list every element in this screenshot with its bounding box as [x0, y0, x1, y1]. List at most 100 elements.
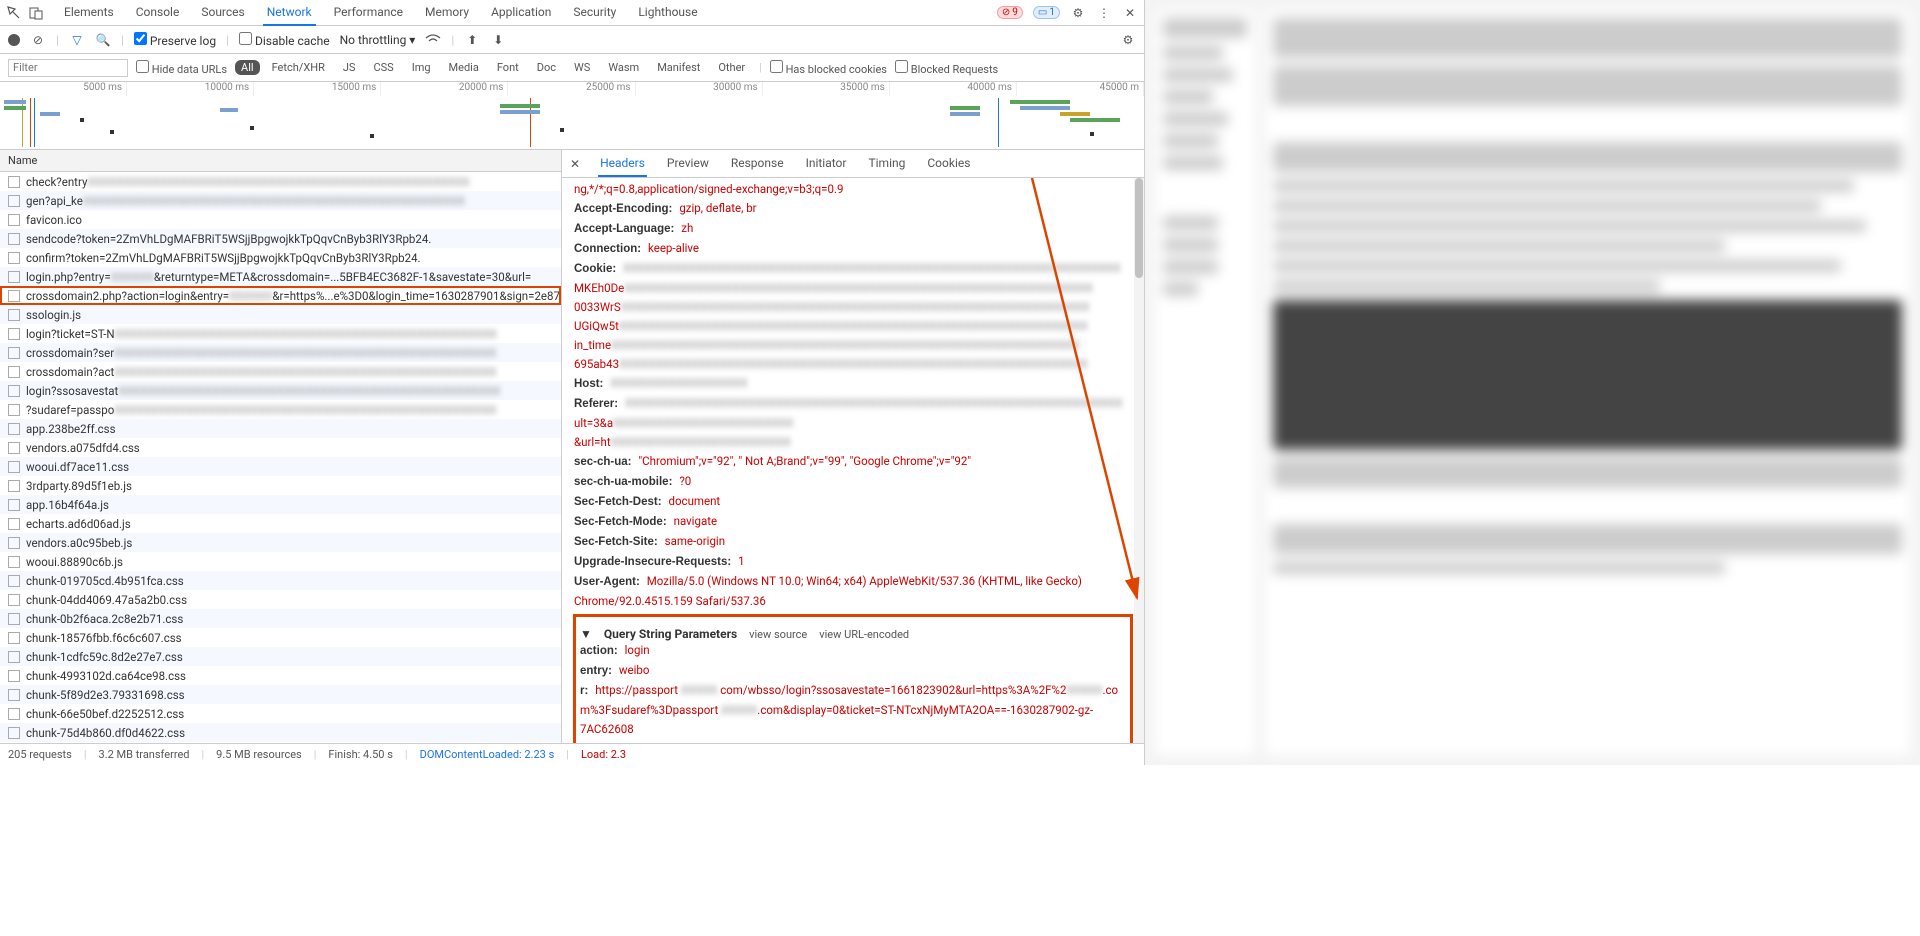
request-row[interactable]: 3rdparty.89d5f1eb.js: [0, 476, 561, 495]
request-row[interactable]: favicon.ico: [0, 210, 561, 229]
request-row[interactable]: chunk-4993102d.ca64ce98.css: [0, 666, 561, 685]
inspect-icon[interactable]: [6, 5, 22, 21]
document-icon: [8, 651, 20, 663]
network-settings-icon[interactable]: ⚙: [1120, 32, 1136, 48]
request-row[interactable]: vendors.a075dfd4.css: [0, 438, 561, 457]
detail-tab-cookies[interactable]: Cookies: [925, 151, 972, 177]
wifi-icon[interactable]: [425, 32, 441, 48]
type-filter-font[interactable]: Font: [491, 60, 525, 75]
tab-application[interactable]: Application: [487, 0, 555, 26]
network-timeline[interactable]: 5000 ms10000 ms15000 ms20000 ms25000 ms3…: [0, 82, 1144, 150]
type-filter-ws[interactable]: WS: [568, 60, 596, 75]
info-badge[interactable]: ▭ 1: [1033, 6, 1060, 19]
request-row[interactable]: ?sudaref=passpoXXXXXXXXXXXXXXXXXXXXXXXXX…: [0, 400, 561, 419]
tab-elements[interactable]: Elements: [60, 0, 118, 26]
detail-tab-initiator[interactable]: Initiator: [804, 151, 849, 177]
tab-security[interactable]: Security: [569, 0, 620, 26]
download-icon[interactable]: ⬇: [490, 32, 506, 48]
type-filter-fetch-xhr[interactable]: Fetch/XHR: [266, 60, 331, 75]
type-filter-js[interactable]: JS: [337, 60, 362, 75]
tab-memory[interactable]: Memory: [421, 0, 473, 26]
request-row[interactable]: echarts.ad6d06ad.js: [0, 514, 561, 533]
upload-icon[interactable]: ⬆: [464, 32, 480, 48]
status-finish: Finish: 4.50 s: [328, 748, 393, 761]
request-row[interactable]: chunk-1cdfc59c.8d2e27e7.css: [0, 647, 561, 666]
request-row[interactable]: ssologin.js: [0, 305, 561, 324]
error-badge[interactable]: ⊘ 9: [997, 6, 1023, 19]
scrollbar[interactable]: [1134, 178, 1144, 743]
panel-tabs: Elements Console Sources Network Performance…: [60, 0, 702, 26]
request-row[interactable]: crossdomain?actXXXXXXXXXXXXXXXXXXXXXXXXX…: [0, 362, 561, 381]
close-detail-icon[interactable]: ✕: [566, 157, 584, 171]
request-row[interactable]: wooui.df7ace11.css: [0, 457, 561, 476]
document-icon: [8, 442, 20, 454]
blocked-requests-checkbox[interactable]: Blocked Requests: [895, 60, 998, 76]
detail-tab-preview[interactable]: Preview: [665, 151, 711, 177]
type-filter-doc[interactable]: Doc: [531, 60, 562, 75]
request-row[interactable]: login.php?entry=XXXXXX&returntype=META&c…: [0, 267, 561, 286]
request-row[interactable]: chunk-18576fbb.f6c6c607.css: [0, 628, 561, 647]
request-row[interactable]: check?entryXXXXXXXXXXXXXXXXXXXXXXXXXXXXX…: [0, 172, 561, 191]
document-icon: [8, 328, 20, 340]
close-icon[interactable]: ✕: [1122, 5, 1138, 21]
request-row[interactable]: gen?api_keXXXXXXXXXXXXXXXXXXXXXXXXXXXXXX…: [0, 191, 561, 210]
request-row[interactable]: chunk-5f89d2e3.79331698.css: [0, 685, 561, 704]
throttling-select[interactable]: No throttling ▾: [340, 33, 416, 47]
document-icon: [8, 518, 20, 530]
request-row[interactable]: vendors.a0c95beb.js: [0, 533, 561, 552]
type-filter-wasm[interactable]: Wasm: [602, 60, 645, 75]
document-icon: [8, 290, 20, 302]
preserve-log-checkbox[interactable]: Preserve log: [134, 32, 216, 48]
request-row[interactable]: crossdomain?serXXXXXXXXXXXXXXXXXXXXXXXXX…: [0, 343, 561, 362]
request-row[interactable]: wooui.88890c6b.js: [0, 552, 561, 571]
request-row[interactable]: chunk-0b2f6aca.2c8e2b71.css: [0, 609, 561, 628]
sec-fetch-mode: navigate: [674, 514, 717, 528]
request-row[interactable]: crossdomain2.php?action=login&entry=XXXX…: [0, 286, 561, 305]
filter-input[interactable]: [8, 59, 128, 77]
accept-tail: ng,*/*;q=0.8,application/signed-exchange…: [574, 182, 843, 196]
type-filter-img[interactable]: Img: [406, 60, 437, 75]
request-row[interactable]: chunk-04dd4069.47a5a2b0.css: [0, 590, 561, 609]
request-row[interactable]: confirm?token=2ZmVhLDgMAFBRiT5WSjjBpgwoj…: [0, 248, 561, 267]
request-row[interactable]: app.16b4f64a.js: [0, 495, 561, 514]
request-row[interactable]: chunk-75d4b860.df0d4622.css: [0, 723, 561, 742]
type-filter-all[interactable]: All: [235, 60, 260, 75]
request-row[interactable]: login?ticket=ST-NXXXXXXXXXXXXXXXXXXXXXXX…: [0, 324, 561, 343]
cookie-value: XXXXXXXXXXXXXXXXXXXXXXXXXXXXXXXXXXXXXXXX…: [623, 261, 1121, 275]
request-row[interactable]: app.238be2ff.css: [0, 419, 561, 438]
clear-icon[interactable]: ⊘: [30, 32, 46, 48]
sec-fetch-dest: document: [669, 494, 721, 508]
tab-network[interactable]: Network: [263, 0, 316, 26]
headers-pane[interactable]: ng,*/*;q=0.8,application/signed-exchange…: [562, 178, 1144, 743]
detail-tab-timing[interactable]: Timing: [866, 151, 907, 177]
tab-performance[interactable]: Performance: [330, 0, 407, 26]
type-filter-manifest[interactable]: Manifest: [651, 60, 706, 75]
blocked-cookies-checkbox[interactable]: Has blocked cookies: [770, 60, 887, 76]
detail-tab-response[interactable]: Response: [729, 151, 786, 177]
view-source-link[interactable]: view source: [749, 628, 807, 641]
tab-sources[interactable]: Sources: [197, 0, 248, 26]
filter-toggle-icon[interactable]: ▽: [69, 32, 85, 48]
device-toggle-icon[interactable]: [28, 5, 44, 21]
user-agent: Mozilla/5.0 (Windows NT 10.0; Win64; x64…: [647, 574, 1082, 588]
request-row[interactable]: sendcode?token=2ZmVhLDgMAFBRiT5WSjjBpgwo…: [0, 229, 561, 248]
record-button[interactable]: [8, 34, 20, 46]
request-row[interactable]: login?ssosavestatXXXXXXXXXXXXXXXXXXXXXXX…: [0, 381, 561, 400]
type-filter-css[interactable]: CSS: [367, 60, 399, 75]
name-column-header[interactable]: Name: [0, 150, 561, 172]
type-filter-other[interactable]: Other: [712, 60, 751, 75]
settings-icon[interactable]: ⚙: [1070, 5, 1086, 21]
disable-cache-checkbox[interactable]: Disable cache: [239, 32, 330, 48]
type-filter-media[interactable]: Media: [443, 60, 485, 75]
detail-tab-headers[interactable]: Headers: [598, 151, 647, 177]
hide-data-urls-checkbox[interactable]: Hide data URLs: [136, 60, 227, 76]
more-icon[interactable]: ⋮: [1096, 5, 1112, 21]
document-icon: [8, 385, 20, 397]
request-row[interactable]: chunk-66e50bef.d2252512.css: [0, 704, 561, 723]
search-icon[interactable]: 🔍: [95, 32, 111, 48]
document-icon: [8, 689, 20, 701]
request-row[interactable]: chunk-019705cd.4b951fca.css: [0, 571, 561, 590]
tab-console[interactable]: Console: [132, 0, 184, 26]
tab-lighthouse[interactable]: Lighthouse: [634, 0, 701, 26]
view-url-encoded-link[interactable]: view URL-encoded: [819, 628, 909, 641]
